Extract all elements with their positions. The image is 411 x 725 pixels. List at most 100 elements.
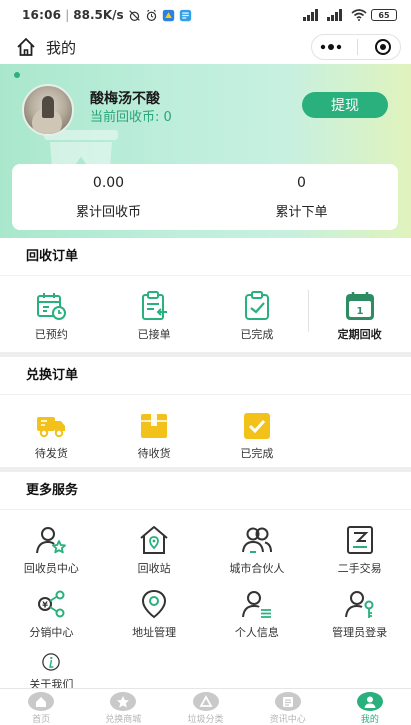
exchange-orders-section: 兑换订单 待发货 待收货 已完成 [0,357,411,467]
service-recycle-station[interactable]: 回收站 [103,524,206,588]
exchange-to-receive[interactable]: 待收货 [103,409,206,461]
section-title: 更多服务 [0,472,411,510]
calendar-one-icon: 1 [345,292,374,320]
recycle-icon [192,692,219,711]
svg-text:¥: ¥ [43,601,49,610]
alarm-muted-icon [128,9,140,21]
order-label: 已预约 [34,328,68,341]
exchange-to-ship[interactable]: 待发货 [0,409,103,461]
order-label: 已接单 [137,328,171,341]
check-box-icon [243,413,270,439]
services-row-3: 关于我们 [0,652,411,688]
close-target-icon[interactable] [374,38,392,56]
service-collector-center[interactable]: 回收员中心 [0,524,103,588]
user-info-icon [241,591,271,618]
service-label: 关于我们 [29,678,74,688]
distribution-share-icon: ¥ [38,590,65,618]
order-accepted[interactable]: 已接单 [103,290,206,342]
tab-label: 资讯中心 [269,715,306,725]
station-house-icon [140,526,168,554]
svg-text:1: 1 [356,306,363,317]
tab-mine[interactable]: 我的 [329,689,411,725]
order-label: 待收货 [137,447,171,460]
service-label: 分销中心 [29,626,74,639]
tab-label: 首页 [32,715,51,725]
mini-program-capsule [311,34,401,60]
admin-key-icon [344,591,374,618]
recycle-orders-section: 回收订单 已预约 已接单 已完成 1 定期回收 [0,238,411,352]
service-personal-info[interactable]: 个人信息 [206,588,309,652]
service-city-partner[interactable]: 城市合伙人 [206,524,309,588]
stat-value: 0.00 [92,174,125,191]
order-label: 已完成 [240,447,274,460]
app-notification-icon [162,9,174,21]
service-admin-login[interactable]: 管理员登录 [308,588,411,652]
order-booked[interactable]: 已预约 [0,290,103,342]
exchange-orders-row: 待发货 待收货 已完成 [0,395,411,461]
tab-news-center[interactable]: 资讯中心 [247,689,329,725]
avatar-figure [42,96,54,118]
stat-label: 累计下单 [275,204,328,220]
service-label: 回收员中心 [23,562,79,575]
clipboard-check-icon [244,291,269,320]
service-distribution[interactable]: ¥ 分销中心 [0,588,103,652]
service-address[interactable]: 地址管理 [103,588,206,652]
profile-icon [356,692,383,711]
service-secondhand[interactable]: 二手交易 [308,524,411,588]
order-divider [308,290,309,332]
order-completed[interactable]: 已完成 [206,290,309,342]
tab-home[interactable]: 首页 [0,689,82,725]
current-coins: 当前回收币: 0 [90,110,172,125]
withdraw-button[interactable]: 提现 [302,92,388,118]
tab-bar: 首页 兑换商城 垃圾分类 资讯中心 我的 [0,688,411,725]
avatar[interactable] [22,84,74,136]
star-icon [110,692,137,711]
service-about-us[interactable]: 关于我们 [0,652,103,688]
app-notification-icon-2 [179,9,191,21]
stat-total-orders[interactable]: 0 累计下单 [205,164,398,230]
stat-label: 累计回收币 [75,204,141,220]
tab-label: 兑换商城 [105,715,142,725]
service-label: 个人信息 [234,626,279,639]
status-right: 65 [303,9,397,21]
order-scheduled[interactable]: 1 定期回收 [308,290,411,342]
alarm-icon [146,9,156,21]
battery-icon: 65 [371,9,397,21]
decor-dot [14,72,20,78]
username: 酸梅汤不酸 [90,91,160,107]
service-label: 管理员登录 [332,626,388,639]
secondhand-trade-icon [346,526,373,554]
tab-exchange-mall[interactable]: 兑换商城 [82,689,164,725]
service-label: 地址管理 [132,626,177,639]
tab-garbage-sorting[interactable]: 垃圾分类 [164,689,246,725]
service-label: 城市合伙人 [229,562,285,575]
signal-icon-2 [327,9,342,21]
exchange-completed[interactable]: 已完成 [206,409,309,461]
nav-bar: 我的 [0,30,411,64]
service-label: 二手交易 [337,562,382,575]
stat-value: 0 [297,174,306,191]
stat-total-coins[interactable]: 0.00 累计回收币 [12,164,205,230]
status-time: 16:06 [22,8,62,22]
package-box-icon [141,414,168,438]
more-services-section: 更多服务 回收员中心 回收站 城市合伙人 二手交易 ¥ 分销中心 地址管理 个人… [0,472,411,688]
status-left: 16:06 | 88.5K/s [22,8,192,22]
service-label: 回收站 [137,562,171,575]
page-title: 我的 [46,38,77,57]
section-title: 回收订单 [0,238,411,276]
status-bar: 16:06 | 88.5K/s 65 [0,0,411,30]
info-icon [42,653,61,671]
services-row-1: 回收员中心 回收站 城市合伙人 二手交易 [0,510,411,588]
order-label: 待发货 [34,447,68,460]
tab-label: 垃圾分类 [187,715,224,725]
partners-icon [241,527,272,553]
home-icon[interactable] [16,37,36,57]
recycle-orders-row: 已预约 已接单 已完成 1 定期回收 [0,276,411,342]
news-icon [274,692,301,711]
stats-card: 0.00 累计回收币 0 累计下单 [12,164,398,230]
tab-label: 我的 [360,715,379,725]
home-icon [28,692,55,711]
more-icon[interactable] [320,43,342,51]
clipboard-return-icon [142,291,168,320]
delivery-truck-icon [37,417,66,438]
